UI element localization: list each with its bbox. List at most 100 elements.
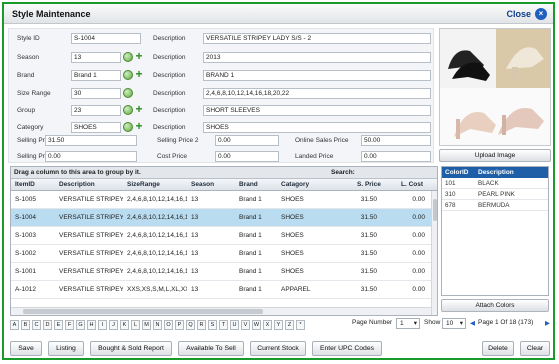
alpha-button[interactable]: S xyxy=(208,320,217,330)
previous-page-icon[interactable]: ◀ xyxy=(470,319,475,327)
brand-field[interactable]: Brand 1 xyxy=(71,70,121,81)
category-field[interactable]: SHOES xyxy=(71,122,121,133)
size-range-search-icon[interactable] xyxy=(123,88,133,98)
column-header[interactable]: S. Price xyxy=(357,181,381,188)
season-add-icon[interactable]: + xyxy=(134,50,144,62)
column-header[interactable]: L. Cost xyxy=(401,181,423,188)
bought-sold-report-button[interactable]: Bought & Sold Report xyxy=(90,341,172,356)
page-number-select[interactable]: 1 ▾ xyxy=(396,318,420,329)
alpha-button[interactable]: Y xyxy=(274,320,283,330)
upload-image-button[interactable]: Upload Image xyxy=(439,149,551,162)
close-link[interactable]: Close xyxy=(506,9,531,19)
alpha-button[interactable]: N xyxy=(153,320,162,330)
save-button[interactable]: Save xyxy=(10,341,42,356)
listing-button[interactable]: Listing xyxy=(48,341,84,356)
column-header[interactable]: Season xyxy=(191,181,214,188)
alpha-button[interactable]: Q xyxy=(186,320,195,330)
brand-search-icon[interactable] xyxy=(123,70,133,80)
alpha-button[interactable]: X xyxy=(263,320,272,330)
scrollbar-thumb[interactable] xyxy=(433,199,437,221)
size-range-field[interactable]: 30 xyxy=(71,88,121,99)
list-item[interactable]: 678 BERMUDA xyxy=(442,200,548,211)
cell-size-range: 2,4,6,8,10,12,14,16,18 xyxy=(127,250,187,257)
cell-season: 13 xyxy=(191,250,199,257)
alpha-button[interactable]: B xyxy=(21,320,30,330)
colors-header: ColorID Description xyxy=(442,167,548,178)
available-to-sell-button[interactable]: Available To Sell xyxy=(178,341,244,356)
alpha-button[interactable]: U xyxy=(230,320,239,330)
alpha-button[interactable]: G xyxy=(76,320,85,330)
alpha-button[interactable]: K xyxy=(120,320,129,330)
title-bar: Style Maintenance Close × xyxy=(4,4,553,24)
list-item[interactable]: 310 PEARL PINK xyxy=(442,189,548,200)
alpha-button[interactable]: C xyxy=(32,320,41,330)
alpha-button[interactable]: J xyxy=(109,320,118,330)
online-sales-price-field[interactable]: 50.00 xyxy=(361,135,431,146)
horizontal-scrollbar[interactable] xyxy=(11,307,431,315)
page-size-select[interactable]: 10 ▾ xyxy=(442,318,466,329)
group-field[interactable]: 23 xyxy=(71,105,121,116)
alpha-button[interactable]: R xyxy=(197,320,206,330)
column-header[interactable]: Brand xyxy=(239,181,258,188)
page-size-value: 10 xyxy=(446,320,454,327)
cell-description: VERSATILE STRIPEY LADY S/S xyxy=(59,196,123,203)
alpha-button[interactable]: E xyxy=(54,320,63,330)
column-header[interactable]: ColorID xyxy=(445,169,468,176)
cell-s-price: 31.50 xyxy=(360,196,377,203)
alpha-button[interactable]: V xyxy=(241,320,250,330)
group-add-icon[interactable]: + xyxy=(134,103,144,115)
alpha-button[interactable]: H xyxy=(87,320,96,330)
delete-button[interactable]: Delete xyxy=(482,341,514,356)
alpha-button[interactable]: D xyxy=(43,320,52,330)
vertical-scrollbar[interactable] xyxy=(431,191,437,315)
close-icon[interactable]: × xyxy=(535,8,547,20)
alpha-button[interactable]: A xyxy=(10,320,19,330)
attach-colors-button[interactable]: Attach Colors xyxy=(441,299,549,312)
clear-button[interactable]: Clear xyxy=(520,341,550,356)
table-row[interactable]: S-1002 VERSATILE STRIPEY LADY S/S 2,4,6,… xyxy=(11,245,431,263)
table-row[interactable]: S-1005 VERSATILE STRIPEY LADY S/S 2,4,6,… xyxy=(11,191,431,209)
column-header[interactable]: ItemID xyxy=(15,181,35,188)
selling-price-2-field[interactable]: 0.00 xyxy=(215,135,279,146)
cell-season: 13 xyxy=(191,232,199,239)
brand-description-label: Description xyxy=(153,72,186,79)
season-field[interactable]: 13 xyxy=(71,52,121,63)
selling-price-3-field[interactable]: 0.00 xyxy=(45,151,137,162)
alpha-button[interactable]: F xyxy=(65,320,74,330)
alpha-button[interactable]: L xyxy=(131,320,140,330)
column-header[interactable]: Description xyxy=(59,181,95,188)
alpha-button[interactable]: Z xyxy=(285,320,294,330)
style-id-field[interactable]: S-1004 xyxy=(71,33,141,44)
alpha-button[interactable]: W xyxy=(252,320,261,330)
column-header[interactable]: Description xyxy=(478,169,514,176)
group-search-icon[interactable] xyxy=(123,105,133,115)
selling-price-1-field[interactable]: 31.50 xyxy=(45,135,137,146)
current-stock-button[interactable]: Current Stock xyxy=(250,341,306,356)
next-page-icon[interactable]: ▶ xyxy=(545,319,550,327)
alpha-button[interactable]: M xyxy=(142,320,151,330)
category-search-icon[interactable] xyxy=(123,122,133,132)
column-header[interactable]: Catagory xyxy=(281,181,309,188)
brand-add-icon[interactable]: + xyxy=(134,68,144,80)
alpha-button[interactable]: * xyxy=(296,320,305,330)
alpha-button[interactable]: P xyxy=(175,320,184,330)
list-item[interactable]: 101 BLACK xyxy=(442,178,548,189)
cell-brand: Brand 1 xyxy=(239,286,262,293)
enter-upc-codes-button[interactable]: Enter UPC Codes xyxy=(312,341,382,356)
table-row[interactable]: A-1012 VERSATILE STRIPEY LADY S/S XXS,XS… xyxy=(11,281,431,299)
alpha-button[interactable]: I xyxy=(98,320,107,330)
table-row[interactable]: S-1001 VERSATILE STRIPEY LADY S/S 2,4,6,… xyxy=(11,263,431,281)
cost-price-field[interactable]: 0.00 xyxy=(215,151,279,162)
scrollbar-thumb[interactable] xyxy=(23,309,263,314)
style-description-field[interactable]: VERSATILE STRIPEY LADY S/S - 2 xyxy=(203,33,431,44)
group-by-area[interactable]: Drag a column to this area to group by i… xyxy=(11,167,437,179)
alpha-button[interactable]: O xyxy=(164,320,173,330)
alpha-button[interactable]: T xyxy=(219,320,228,330)
table-row[interactable]: S-1004 VERSATILE STRIPEY LADY S/S 2,4,6,… xyxy=(11,209,431,227)
landed-price-field[interactable]: 0.00 xyxy=(361,151,431,162)
table-row[interactable]: S-1003 VERSATILE STRIPEY LADY S/S 2,4,6,… xyxy=(11,227,431,245)
category-add-icon[interactable]: + xyxy=(134,120,144,132)
grid-header: ItemID Description SizeRange Season Bran… xyxy=(11,179,437,191)
column-header[interactable]: SizeRange xyxy=(127,181,160,188)
season-search-icon[interactable] xyxy=(123,52,133,62)
